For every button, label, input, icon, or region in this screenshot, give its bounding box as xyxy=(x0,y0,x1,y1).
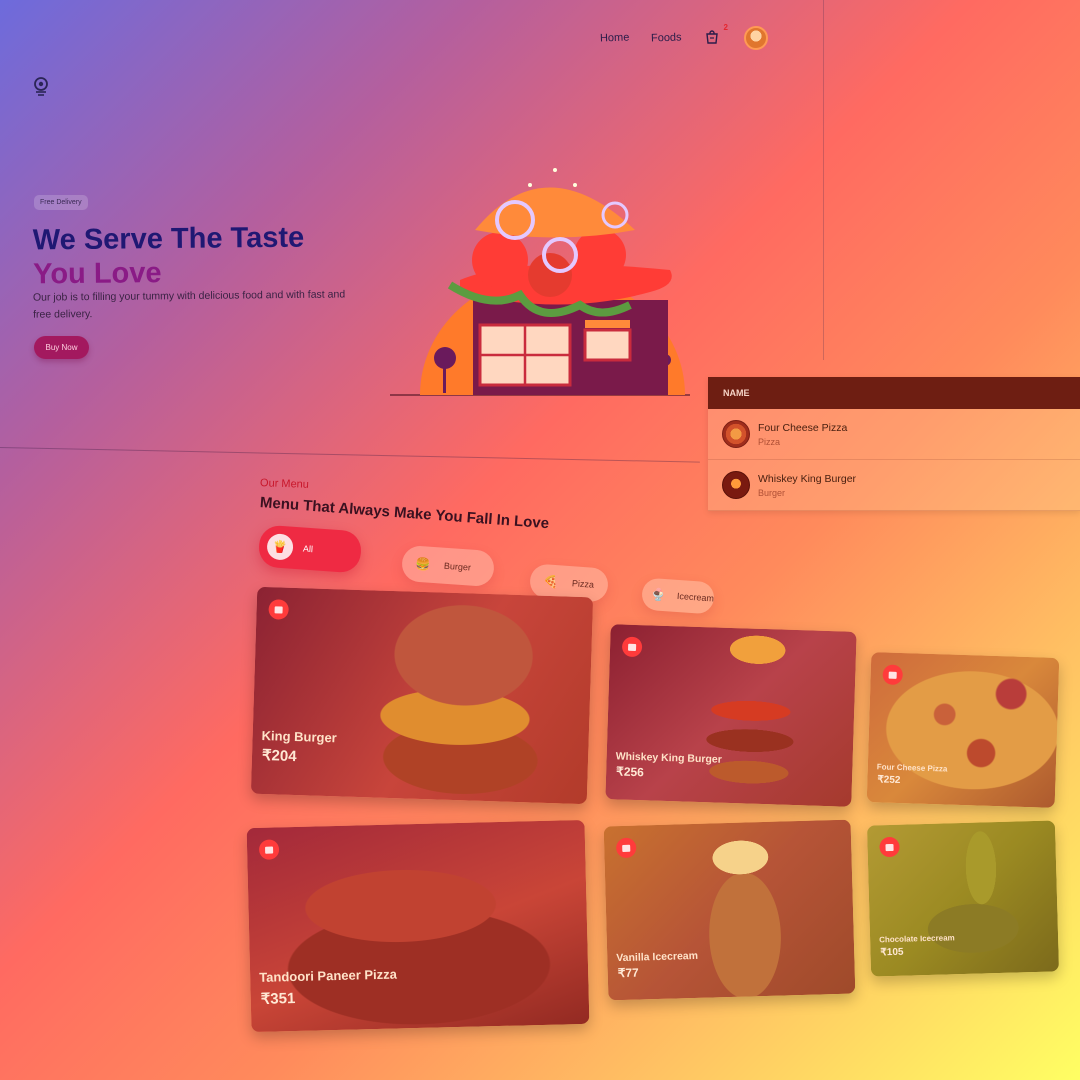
food-name: Chocolate Icecream xyxy=(878,933,955,945)
add-to-cart-icon[interactable] xyxy=(882,664,904,686)
user-avatar[interactable] xyxy=(743,26,768,50)
food-price: ₹105 xyxy=(880,946,904,959)
pizza-thumbnail xyxy=(722,420,750,448)
hero-description: Our job is to filling your tummy with de… xyxy=(32,288,346,321)
free-delivery-tag: Free Delivery xyxy=(34,195,88,210)
food-card-whiskey-king-burger[interactable]: Whiskey King Burger ₹256 xyxy=(605,624,857,807)
hero-title-line1: We Serve The Taste xyxy=(32,221,305,257)
table-row[interactable]: Whiskey King Burger Burger xyxy=(708,460,1080,511)
category-tab-icecream[interactable]: 🍨 Icecream xyxy=(640,577,716,615)
food-price: ₹351 xyxy=(260,990,296,1008)
shopping-bag-icon xyxy=(706,30,718,44)
icecream-icon: 🍨 xyxy=(650,587,667,603)
food-card-vanilla-icecream[interactable]: Vanilla Icecream ₹77 xyxy=(603,819,856,1001)
row-item-category: Burger xyxy=(758,487,786,498)
food-name: Whiskey King Burger xyxy=(615,750,722,766)
food-card-king-burger[interactable]: King Burger ₹204 xyxy=(250,586,594,805)
hero-title: We Serve The Taste You Love xyxy=(33,221,305,292)
food-card-tandoori-paneer-pizza[interactable]: Tandoori Paneer Pizza ₹351 xyxy=(246,819,590,1033)
category-label: Burger xyxy=(443,560,472,573)
section-divider xyxy=(0,447,700,463)
buy-now-button[interactable]: Buy Now xyxy=(34,336,89,359)
food-name: Vanilla Icecream xyxy=(616,949,699,965)
add-to-cart-icon[interactable] xyxy=(621,636,643,658)
food-card-chocolate-icecream[interactable]: Chocolate Icecream ₹105 xyxy=(866,820,1060,977)
category-tab-burger[interactable]: 🍔 Burger xyxy=(400,544,496,588)
add-to-cart-icon[interactable] xyxy=(268,599,289,620)
nav-foods-link[interactable]: Foods xyxy=(651,31,682,44)
category-tab-all[interactable]: 🍟 All xyxy=(257,524,363,574)
vertical-divider xyxy=(823,0,824,360)
nav-home-link[interactable]: Home xyxy=(600,31,630,44)
top-nav: Home Foods 2 xyxy=(600,20,768,56)
cart-count-badge: 2 xyxy=(723,23,728,32)
table-row[interactable]: Four Cheese Pizza Pizza xyxy=(708,409,1080,460)
add-to-cart-icon[interactable] xyxy=(879,836,900,858)
category-label: All xyxy=(302,543,314,555)
cart-button[interactable]: 2 xyxy=(704,23,728,47)
category-label: Icecream xyxy=(676,590,715,604)
location-pin-logo-icon[interactable] xyxy=(32,76,50,98)
row-item-name: Whiskey King Burger xyxy=(758,472,857,485)
name-column-header: NAME xyxy=(708,377,1080,409)
add-to-cart-icon[interactable] xyxy=(615,837,637,859)
food-card-four-cheese-pizza[interactable]: Four Cheese Pizza ₹252 xyxy=(866,652,1060,808)
food-price: ₹77 xyxy=(617,965,639,981)
food-price: ₹204 xyxy=(261,747,297,766)
row-item-category: Pizza xyxy=(758,436,781,447)
food-name: King Burger xyxy=(261,727,337,746)
fast-food-icon: 🍟 xyxy=(266,533,294,561)
burger-thumbnail xyxy=(722,471,750,499)
food-price: ₹252 xyxy=(877,774,901,787)
add-to-cart-icon[interactable] xyxy=(258,839,280,860)
food-price: ₹256 xyxy=(615,764,645,780)
menu-subtitle: Our Menu xyxy=(259,477,310,491)
category-label: Pizza xyxy=(571,578,595,590)
row-item-name: Four Cheese Pizza xyxy=(758,421,848,434)
hero-title-highlight: You Love xyxy=(33,257,162,291)
food-name: Tandoori Paneer Pizza xyxy=(259,966,398,985)
burger-shop-illustration xyxy=(390,168,690,396)
name-table: NAME Four Cheese Pizza Pizza Whiskey Kin… xyxy=(708,377,1080,511)
burger-icon: 🍔 xyxy=(415,556,431,572)
pizza-icon: 🍕 xyxy=(543,574,559,590)
food-name: Four Cheese Pizza xyxy=(876,762,948,774)
